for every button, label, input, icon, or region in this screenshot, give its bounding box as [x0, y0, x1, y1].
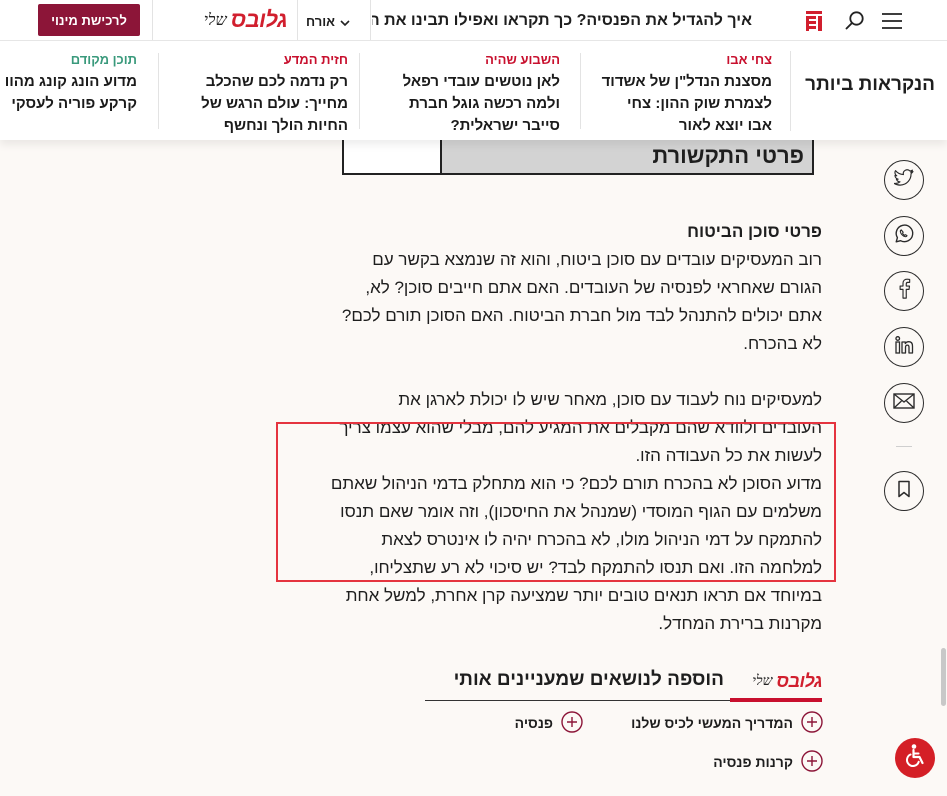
paragraph: רוב המעסיקים עובדים עם סוכן ביטוח, והוא …: [262, 246, 822, 358]
text-line: לא בהכרח.: [743, 334, 822, 353]
text-line: רוב המעסיקים עובדים עם סוכן ביטוח, והוא …: [372, 250, 822, 269]
plus-icon: [801, 710, 823, 736]
text-line: הגורם שאחראי לפנסיה של העובדים. האם אתם …: [365, 278, 822, 297]
divider: [297, 0, 298, 40]
share-email-button[interactable]: [884, 383, 924, 423]
plus-icon: [801, 749, 823, 775]
text-line: העובדים ולוודא שהם מקבלים את המגיע להם, …: [339, 418, 822, 437]
text-line: למלחמה הזו. ואם תנסו להתמקח לבד? יש סיכו…: [369, 558, 822, 577]
share-facebook-button[interactable]: [884, 271, 924, 311]
item-title-line: אבו יוצא לאור: [678, 117, 772, 134]
divider: [896, 446, 912, 447]
most-read-item[interactable]: תוכן מקודם מדוע הונג קונג מהוו קרקע פורי…: [0, 51, 137, 115]
item-title-line: מדוע הונג קונג מהוו: [4, 73, 137, 90]
item-title-line: החיות הולך ונחשף: [223, 117, 348, 134]
item-title-line: ולמה רכשה גוגל חברת: [409, 95, 560, 112]
email-icon: [893, 392, 915, 414]
topic-label: קרנות פנסיה: [713, 754, 793, 770]
globes-icon[interactable]: [804, 10, 824, 32]
item-title-line: לאן נוטשים עובדי רפאל: [402, 73, 560, 90]
topic-label: המדריך המעשי לכיס שלנו: [631, 715, 793, 731]
linkedin-icon: [894, 335, 914, 360]
text-line: במיוחד אם תראו תנאים טובים יותר שמציעה ק…: [345, 586, 822, 605]
whatsapp-icon: [893, 223, 915, 250]
table-label: פרטי התקשורת: [652, 143, 804, 168]
divider: [370, 0, 371, 40]
text-line: להתמקח על דמי הניהול מולו, לא בהכרח יהיה…: [381, 530, 822, 549]
user-menu[interactable]: אורח: [306, 11, 350, 31]
topic-tag[interactable]: פנסיה: [514, 710, 583, 736]
topic-tag[interactable]: המדריך המעשי לכיס שלנו: [631, 710, 823, 736]
item-category: חזית המדע: [283, 52, 348, 67]
top-bar: לרכישת מינוי גלובס שלי אורח איך להגדיל א…: [0, 0, 947, 41]
logo-name: גלובס: [776, 670, 822, 691]
share-linkedin-button[interactable]: [884, 327, 924, 367]
bookmark-icon: [897, 480, 911, 503]
text-line: אתם יכולים להתנהל לבד מול חברת הביטוח. ה…: [341, 306, 822, 325]
divider: [359, 53, 360, 129]
most-read-item[interactable]: חזית המדע רק נדמה לכם שהכלב מחייך: עולם …: [168, 51, 348, 137]
item-title-line: מחייך: עולם הרגש של: [201, 95, 348, 112]
headline-link[interactable]: איך להגדיל את הפנסיה? כך תקראו ואפילו תב…: [372, 10, 752, 32]
subscribe-button[interactable]: לרכישת מינוי: [38, 4, 140, 36]
divider: [580, 53, 581, 129]
topic-tag[interactable]: קרנות פנסיה: [713, 749, 823, 775]
user-label: אורח: [306, 13, 335, 29]
text-line: לעשות את כל העבודה הזו.: [635, 446, 822, 465]
text-line: למעסיקים נוח לעבוד עם סוכן, מאחר שיש לו …: [398, 390, 822, 409]
text-line: מדוע הסוכן לא בהכרח תורם לכם? כי הוא מתח…: [330, 474, 822, 493]
item-title-line: מסצנת הנדל"ן של אשדוד: [601, 73, 772, 90]
logo-name: גלובס: [230, 7, 288, 32]
most-read-strip: הנקראות ביותר צחי אבו מסצנת הנדל"ן של אש…: [0, 41, 947, 140]
section-heading: פרטי סוכן הביטוח: [687, 222, 822, 241]
topics-title: הוספה לנושאים שמעניינים אותי: [453, 669, 724, 690]
paragraph: למעסיקים נוח לעבוד עם סוכן, מאחר שיש לו …: [262, 386, 822, 638]
menu-icon[interactable]: [881, 12, 903, 30]
facebook-icon: [898, 278, 911, 304]
item-category: השבוע שהיה: [485, 52, 560, 67]
chevron-down-icon: [340, 14, 350, 29]
item-title-line: רק נדמה לכם שהכלב: [205, 73, 348, 90]
item-title-line: לצמרת שוק ההון: צחי: [627, 95, 772, 112]
item-category: תוכן מקודם: [70, 52, 137, 67]
item-title-line: קרקע פוריה לעסקי: [11, 95, 137, 112]
logo-suffix: שלי: [752, 672, 773, 689]
share-whatsapp-button[interactable]: [884, 216, 924, 256]
topics-underline-accent: [730, 698, 822, 702]
item-category: צחי אבו: [726, 52, 772, 67]
plus-icon: [561, 710, 583, 736]
twitter-icon: [893, 168, 914, 192]
article-body: פרטי סוכן הביטוח רוב המעסיקים עובדים עם …: [262, 218, 822, 638]
item-title-line: סייבר ישראלית?: [450, 117, 560, 134]
bookmark-button[interactable]: [884, 471, 924, 511]
logo-suffix: שלי: [203, 10, 227, 29]
globes-my-logo: גלובס שלי: [752, 668, 822, 694]
divider: [158, 53, 159, 129]
text-line: משלמים עם הגוף המוסדי (שמנהל את החיסכון)…: [340, 502, 822, 521]
accessibility-button[interactable]: [895, 738, 935, 778]
divider: [152, 0, 153, 40]
globes-my-logo[interactable]: גלובס שלי: [203, 7, 288, 33]
share-twitter-button[interactable]: [884, 160, 924, 200]
divider: [790, 51, 791, 131]
search-icon[interactable]: [844, 10, 866, 32]
most-read-item[interactable]: השבוע שהיה לאן נוטשים עובדי רפאל ולמה רכ…: [380, 51, 560, 137]
most-read-item[interactable]: צחי אבו מסצנת הנדל"ן של אשדוד לצמרת שוק …: [592, 51, 772, 137]
most-read-title: הנקראות ביותר: [805, 74, 935, 95]
accessibility-icon: [902, 743, 928, 774]
topic-label: פנסיה: [514, 715, 553, 731]
scrollbar-thumb[interactable]: [941, 648, 946, 706]
text-line: מקרנות ברירת המחדל.: [658, 614, 822, 633]
